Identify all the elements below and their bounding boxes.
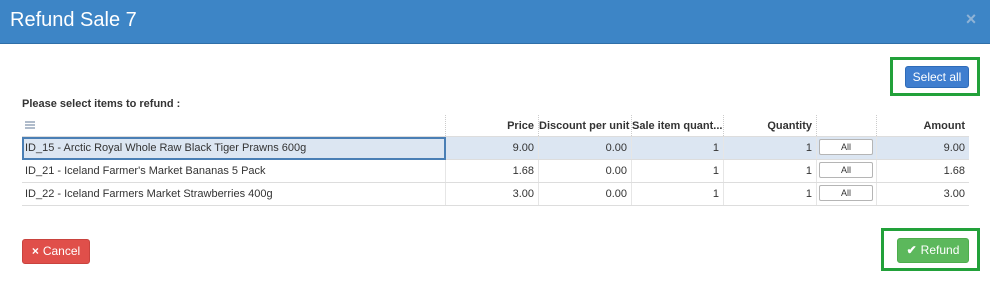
table-row[interactable]: ID_22 - Iceland Farmers Market Strawberr… (22, 183, 969, 206)
close-icon[interactable]: × (964, 10, 978, 28)
refund-prompt: Please select items to refund : (22, 98, 181, 110)
all-cell: All (817, 160, 877, 182)
column-header-all (817, 115, 877, 136)
column-header-quantity[interactable]: Quantity (724, 115, 817, 136)
column-header-amount[interactable]: Amount (877, 115, 969, 136)
item-name-cell[interactable]: ID_22 - Iceland Farmers Market Strawberr… (22, 183, 446, 205)
quantity-cell[interactable]: 1 (724, 137, 817, 159)
all-quantity-button[interactable]: All (819, 139, 873, 155)
column-header-discount[interactable]: Discount per unit (539, 115, 632, 136)
quantity-cell[interactable]: 1 (724, 160, 817, 182)
refund-label: Refund (920, 243, 960, 257)
table-row[interactable]: ID_21 - Iceland Farmer's Market Bananas … (22, 160, 969, 183)
discount-cell: 0.00 (539, 183, 632, 205)
amount-cell: 9.00 (943, 142, 965, 154)
price-cell: 3.00 (446, 183, 539, 205)
price-cell: 1.68 (446, 160, 539, 182)
dialog-title: Refund Sale 7 (10, 9, 137, 31)
column-header-item (22, 115, 446, 136)
sale-quantity-cell: 1 (632, 160, 724, 182)
check-icon: ✔ (906, 243, 917, 257)
discount-cell: 0.00 (539, 160, 632, 182)
select-all-button[interactable]: Select all (905, 66, 969, 88)
sale-quantity-cell: 1 (632, 183, 724, 205)
item-name-cell[interactable]: ID_21 - Iceland Farmer's Market Bananas … (22, 160, 446, 182)
quantity-cell[interactable]: 1 (724, 183, 817, 205)
sale-quantity-cell: 1 (632, 137, 724, 159)
cancel-label: Cancel (42, 244, 81, 258)
cancel-button[interactable]: × Cancel (22, 239, 90, 264)
amount-cell: 3.00 (943, 188, 965, 200)
column-header-sale-quantity[interactable]: Sale item quant... (632, 115, 724, 136)
all-cell: All (817, 137, 877, 159)
column-header-price[interactable]: Price (446, 115, 539, 136)
dialog-header: Refund Sale 7 × (0, 0, 990, 44)
refund-button[interactable]: ✔ Refund (897, 238, 969, 263)
list-icon (25, 121, 35, 129)
close-icon: × (31, 244, 39, 258)
discount-cell: 0.00 (539, 137, 632, 159)
grid-header-row: Price Discount per unit Sale item quant.… (22, 115, 969, 137)
price-cell: 9.00 (446, 137, 539, 159)
amount-cell: 1.68 (943, 165, 965, 177)
all-quantity-button[interactable]: All (819, 162, 873, 178)
selected-cell-outline (22, 137, 446, 160)
all-quantity-button[interactable]: All (819, 185, 873, 201)
table-row[interactable]: ID_15 - Arctic Royal Whole Raw Black Tig… (22, 137, 969, 160)
all-cell: All (817, 183, 877, 205)
